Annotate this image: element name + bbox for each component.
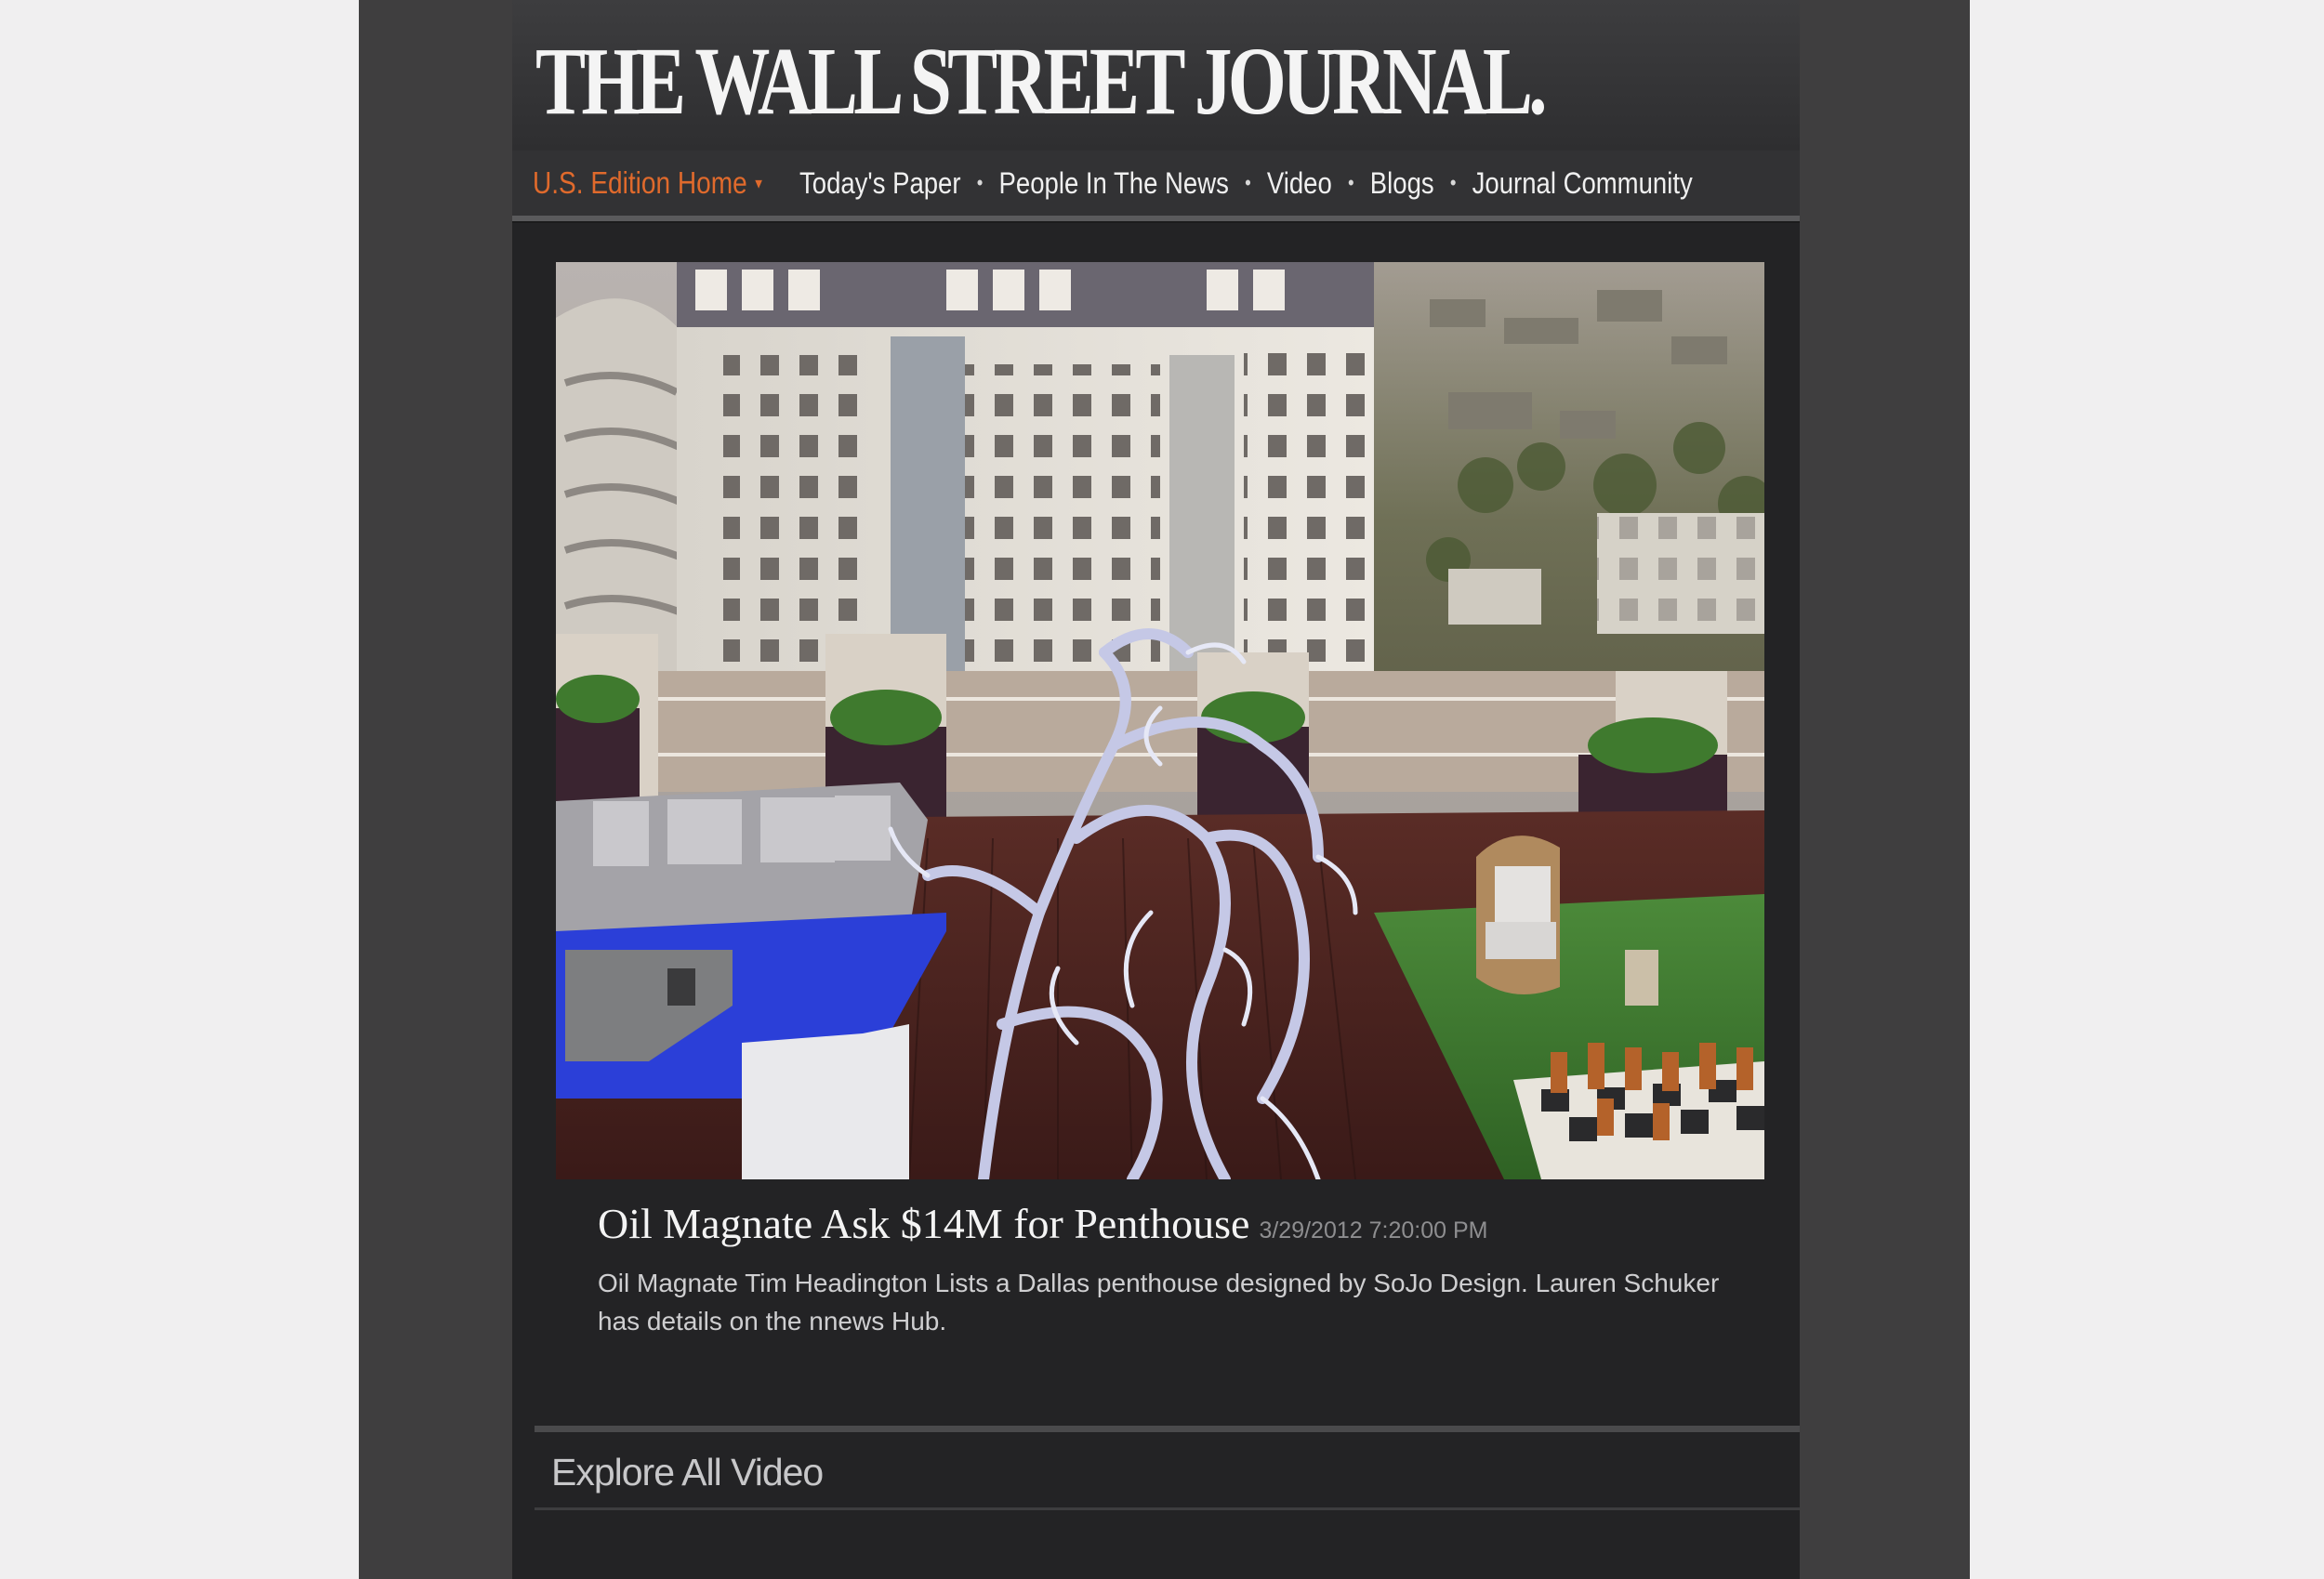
nav-bullet: • [1347,171,1354,194]
video-headline[interactable]: Oil Magnate Ask $14M for Penthouse [598,1199,1249,1248]
penthouse-rooftop-image [556,262,1764,1179]
nav-item-people-in-the-news[interactable]: People In The News [999,166,1229,201]
nav-item-blogs[interactable]: Blogs [1370,166,1434,201]
nav-divider-shadow [512,221,1800,223]
nav-list: Today's Paper • People In The News • Vid… [799,166,1693,201]
video-timestamp: 3/29/2012 7:20:00 PM [1259,1217,1488,1243]
nav-bullet: • [976,171,984,194]
video-summary: Oil Magnate Tim Headington Lists a Dalla… [598,1269,1720,1336]
video-player[interactable] [556,262,1764,1179]
masthead: THE WALL STREET JOURNAL. [512,0,1800,151]
nav-bullet: • [1245,171,1251,194]
nav-home-label: U.S. Edition Home [533,165,747,200]
explore-divider-bottom [535,1507,1800,1510]
nav-us-edition-home[interactable]: U.S. Edition Home ▾ [533,165,762,201]
video-title-row: Oil Magnate Ask $14M for Penthouse 3/29/… [598,1199,1487,1248]
nav-bullet: • [1449,171,1457,194]
explore-all-video-link[interactable]: Explore All Video [551,1451,824,1494]
explore-divider-top [535,1426,1800,1432]
nav-item-video[interactable]: Video [1267,166,1332,201]
wsj-video-page: THE WALL STREET JOURNAL. U.S. Edition Ho… [512,0,1800,1579]
caret-down-icon: ▾ [755,173,762,192]
wsj-logo[interactable]: THE WALL STREET JOURNAL. [535,33,1548,130]
nav-item-journal-community[interactable]: Journal Community [1472,166,1693,201]
main-nav: U.S. Edition Home ▾ Today's Paper • Peop… [512,151,1800,216]
nav-item-todays-paper[interactable]: Today's Paper [799,166,961,201]
